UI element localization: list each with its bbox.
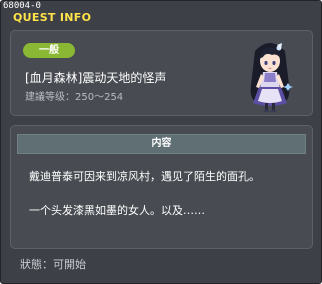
quest-info-window: 68004-0 QUEST INFO 一般 [血月森林]震动天地的怪声 建議等级… (0, 0, 322, 284)
content-line-2: 一个头发漆黑如墨的女人。以及…… (29, 204, 205, 217)
quest-summary-panel: 一般 [血月森林]震动天地的怪声 建議等级：250～254 (10, 30, 313, 116)
content-line-1: 戴迪普泰可因来到凉风村，遇见了陌生的面孔。 (29, 170, 260, 183)
window-title: QUEST INFO (13, 11, 92, 24)
quest-content-panel[interactable]: 内容 戴迪普泰可因来到凉风村，遇见了陌生的面孔。 一个头发漆黑如墨的女人。以及…… (10, 125, 313, 249)
window-id-label: 68004-0 (3, 1, 41, 11)
quest-category-badge: 一般 (23, 43, 75, 58)
quest-status: 狀態：可開始 (20, 258, 86, 271)
content-section-header: 内容 (17, 134, 306, 154)
npc-portrait-icon (250, 43, 293, 113)
quest-name: [血月森林]震动天地的怪声 (25, 71, 167, 85)
quest-level-range: 建議等级：250～254 (25, 92, 124, 103)
